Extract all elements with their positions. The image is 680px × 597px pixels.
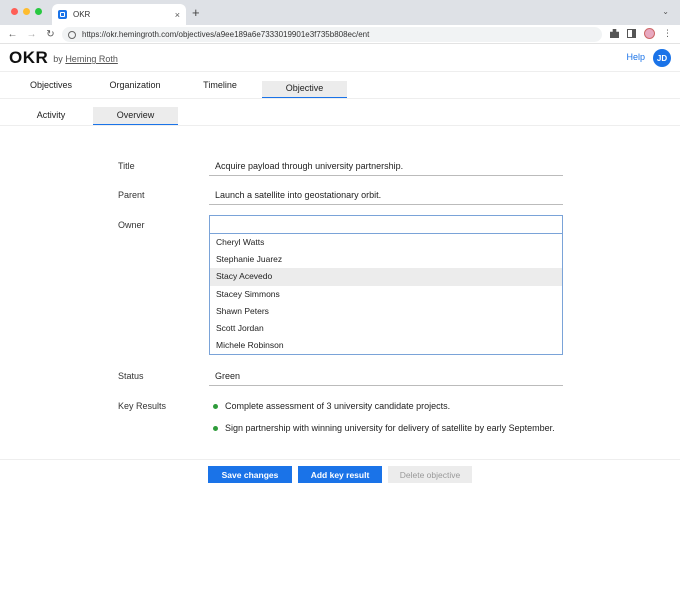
objective-form: Title Acquire payload through university…: [0, 126, 680, 460]
address-bar[interactable]: https://okr.hemingroth.com/objectives/a9…: [62, 27, 602, 42]
add-key-result-button[interactable]: Add key result: [298, 466, 382, 483]
extensions-icon[interactable]: [610, 29, 619, 38]
sub-tabs: Activity Overview: [0, 99, 680, 126]
owner-option[interactable]: Shawn Peters: [210, 303, 562, 320]
browser-tabstrip: OKR × + ⌄: [0, 0, 680, 25]
main-tabs: Objectives Organization Timeline Objecti…: [0, 71, 680, 99]
owner-label: Owner: [118, 220, 145, 230]
key-result-item[interactable]: Sign partnership with winning university…: [213, 423, 555, 433]
new-tab-button[interactable]: +: [192, 6, 200, 19]
maximize-window-button[interactable]: [35, 8, 42, 15]
tab-title: OKR: [73, 10, 91, 19]
owner-input[interactable]: [210, 216, 562, 234]
forward-icon[interactable]: →: [22, 29, 41, 40]
user-avatar[interactable]: JD: [653, 49, 671, 67]
key-result-text: Complete assessment of 3 university cand…: [225, 401, 451, 411]
author-link[interactable]: Heming Roth: [65, 54, 118, 64]
owner-option-highlighted[interactable]: Stacy Acevedo: [210, 268, 562, 286]
tab-activity[interactable]: Activity: [9, 107, 93, 125]
owner-combobox: Cheryl Watts Stephanie Juarez Stacy Acev…: [209, 215, 563, 355]
browser-toolbar: ← → ↻ https://okr.hemingroth.com/objecti…: [0, 25, 680, 44]
site-info-icon[interactable]: [68, 30, 76, 39]
key-result-text: Sign partnership with winning university…: [225, 423, 555, 433]
owner-option[interactable]: Scott Jordan: [210, 320, 562, 337]
browser-extensions: ⋮: [610, 28, 672, 39]
owner-option[interactable]: Stacey Simmons: [210, 286, 562, 303]
status-field[interactable]: Green: [209, 371, 563, 386]
address-url: https://okr.hemingroth.com/objectives/a9…: [82, 30, 370, 39]
title-label: Title: [118, 161, 135, 171]
app-header: OKR by Heming Roth Help JD: [0, 44, 680, 71]
byline-prefix: by: [53, 54, 63, 64]
status-label: Status: [118, 371, 144, 381]
status-dot-icon: [213, 425, 218, 431]
more-menu-icon[interactable]: ⋮: [663, 28, 672, 39]
status-dot-icon: [213, 403, 218, 409]
help-link[interactable]: Help: [626, 52, 645, 62]
key-result-item[interactable]: Complete assessment of 3 university cand…: [213, 401, 450, 411]
title-field[interactable]: Acquire payload through university partn…: [209, 161, 563, 176]
tab-objectives[interactable]: Objectives: [10, 79, 92, 99]
parent-field[interactable]: Launch a satellite into geostationary or…: [209, 190, 563, 205]
window-controls: [11, 8, 42, 15]
form-actions: Save changes Add key result Delete objec…: [0, 460, 680, 500]
browser-tab[interactable]: OKR ×: [52, 4, 186, 25]
owner-option[interactable]: Michele Robinson: [210, 337, 562, 354]
owner-dropdown-list: Cheryl Watts Stephanie Juarez Stacy Acev…: [210, 234, 562, 354]
profile-icon[interactable]: [644, 28, 655, 39]
tab-close-icon[interactable]: ×: [175, 10, 180, 20]
tab-overview[interactable]: Overview: [93, 107, 178, 125]
tab-timeline[interactable]: Timeline: [178, 79, 262, 99]
app-logo[interactable]: OKR: [9, 48, 48, 68]
key-results-label: Key Results: [118, 401, 167, 411]
parent-label: Parent: [118, 190, 145, 200]
owner-option[interactable]: Stephanie Juarez: [210, 251, 562, 268]
okr-favicon-icon: [58, 10, 67, 19]
tab-organization[interactable]: Organization: [94, 79, 176, 99]
save-changes-button[interactable]: Save changes: [208, 466, 292, 483]
delete-objective-button[interactable]: Delete objective: [388, 466, 472, 483]
reload-icon[interactable]: ↻: [41, 29, 60, 40]
side-panel-icon[interactable]: [627, 29, 636, 38]
byline: by Heming Roth: [53, 54, 118, 64]
owner-option[interactable]: Cheryl Watts: [210, 234, 562, 251]
minimize-window-button[interactable]: [23, 8, 30, 15]
close-window-button[interactable]: [11, 8, 18, 15]
tab-search-chevron-icon[interactable]: ⌄: [662, 7, 669, 16]
tab-objective[interactable]: Objective: [262, 81, 347, 98]
back-icon[interactable]: ←: [3, 29, 22, 40]
